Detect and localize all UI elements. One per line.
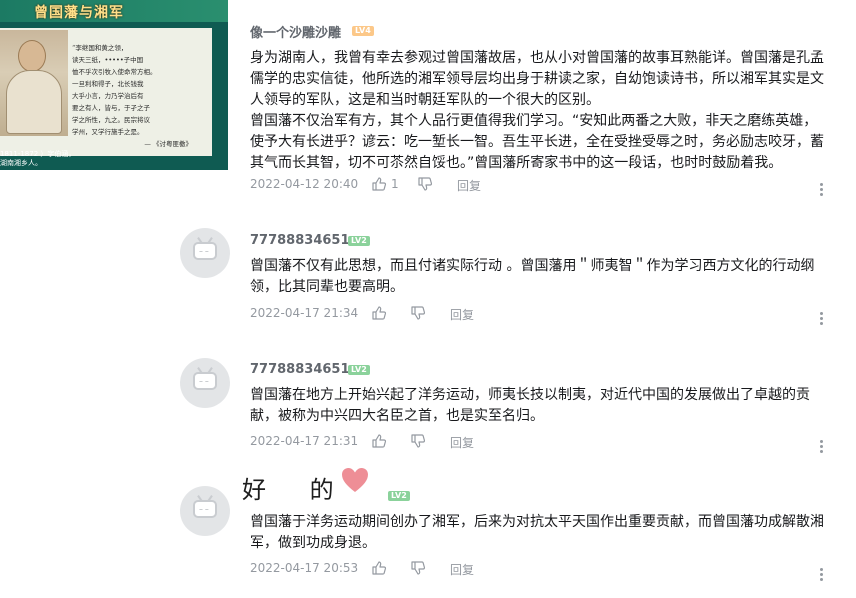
comment-date: 2022-04-17 21:31 — [250, 434, 359, 448]
more-icon[interactable] — [820, 440, 826, 456]
more-icon[interactable] — [820, 568, 826, 584]
tv-avatar-icon: ⌢ ⌢ — [193, 372, 217, 390]
user-avatar[interactable]: ⌢ ⌢ — [180, 358, 230, 408]
reply-button[interactable]: 回复 — [457, 177, 481, 194]
username-decoration[interactable]: 好 的 — [242, 470, 352, 505]
comment-text: 曾国藩于洋务运动期间创办了湘军，后来为对抗太平天国作出重要贡献，而曾国藩功成解散… — [250, 512, 830, 554]
comment-date: 2022-04-17 21:34 — [250, 306, 359, 320]
more-icon[interactable] — [820, 183, 826, 199]
reply-button[interactable]: 回复 — [450, 561, 474, 578]
user-level-badge: LV4 — [352, 26, 374, 36]
user-avatar[interactable]: ⌢ ⌢ — [180, 228, 230, 278]
tv-avatar-icon: ⌢ ⌢ — [193, 500, 217, 518]
comment-paragraph: 曾国藩不仅有此思想，而且付诸实际行动 。曾国藩用＂师夷智＂作为学习西方文化的行动… — [250, 258, 815, 295]
user-avatar[interactable]: ⌢ ⌢ — [180, 486, 230, 536]
comment-text: 身为湖南人，我曾有幸去参观过曾国藩故居，也从小对曾国藩的故事耳熟能详。曾国藩是孔… — [250, 48, 830, 174]
user-level-badge: LV2 — [348, 236, 370, 246]
heart-icon — [342, 468, 368, 492]
reply-button[interactable]: 回复 — [450, 306, 474, 323]
comment-username[interactable]: 77788834651 — [250, 233, 350, 248]
comment-username[interactable]: 77788834651 — [250, 362, 350, 377]
comment-date: 2022-04-12 20:40 — [250, 177, 359, 191]
dislike-icon[interactable] — [417, 176, 433, 192]
like-count: 1 — [391, 177, 399, 191]
like-icon[interactable] — [371, 560, 387, 576]
like-icon[interactable] — [371, 433, 387, 449]
comment-text: 曾国藩在地方上开始兴起了洋务运动，师夷长技以制夷，对近代中国的发展做出了卓越的贡… — [250, 385, 830, 427]
comment-username[interactable]: 像一个沙雕沙雕 — [250, 22, 341, 41]
portrait-image — [0, 30, 68, 136]
comment-paragraph: 身为湖南人，我曾有幸去参观过曾国藩故居，也从小对曾国藩的故事耳熟能详。曾国藩是孔… — [250, 50, 824, 108]
like-icon[interactable] — [371, 305, 387, 321]
comment-item: ⌢ ⌢ 77788834651 LV2 曾国藩不仅有此思想，而且付诸实际行动 。… — [180, 228, 840, 338]
tv-avatar-icon: ⌢ ⌢ — [193, 242, 217, 260]
dislike-icon[interactable] — [410, 560, 426, 576]
comment-paragraph: 曾国藩在地方上开始兴起了洋务运动，师夷长技以制夷，对近代中国的发展做出了卓越的贡… — [250, 387, 810, 424]
comment-item: ⌢ ⌢ 好 的 LV2 曾国藩于洋务运动期间创办了湘军，后来为对抗太平天国作出重… — [180, 462, 840, 592]
comment-item: ⌢ ⌢ 77788834651 LV2 曾国藩在地方上开始兴起了洋务运动，师夷长… — [180, 358, 840, 458]
comment-paragraph: 曾国藩于洋务运动期间创办了湘军，后来为对抗太平天国作出重要贡献，而曾国藩功成解散… — [250, 514, 824, 551]
dislike-icon[interactable] — [410, 433, 426, 449]
thumbnail-title: 曾国藩与湘军 — [34, 5, 124, 21]
caption-line: 湖南湘乡人。 — [0, 159, 42, 167]
thumbnail-caption: 1811-1872 ）字伯涵， 湖南湘乡人。 — [0, 150, 75, 168]
comment-text: 曾国藩不仅有此思想，而且付诸实际行动 。曾国藩用＂师夷智＂作为学习西方文化的行动… — [250, 256, 830, 298]
comment-item: 像一个沙雕沙雕 LV4 身为湖南人，我曾有幸去参观过曾国藩故居，也从小对曾国藩的… — [180, 0, 840, 200]
dislike-icon[interactable] — [410, 305, 426, 321]
more-icon[interactable] — [820, 312, 826, 328]
like-icon[interactable] — [371, 176, 387, 192]
reply-button[interactable]: 回复 — [450, 434, 474, 451]
user-level-badge: LV2 — [348, 365, 370, 375]
comment-date: 2022-04-17 20:53 — [250, 561, 359, 575]
comment-paragraph: 曾国藩不仅治军有方，其个人品行更值得我们学习。“安知此两番之大败，非天之磨练英雄… — [250, 113, 824, 171]
caption-line: 1811-1872 ）字伯涵， — [0, 150, 76, 158]
user-level-badge: LV2 — [388, 491, 410, 501]
